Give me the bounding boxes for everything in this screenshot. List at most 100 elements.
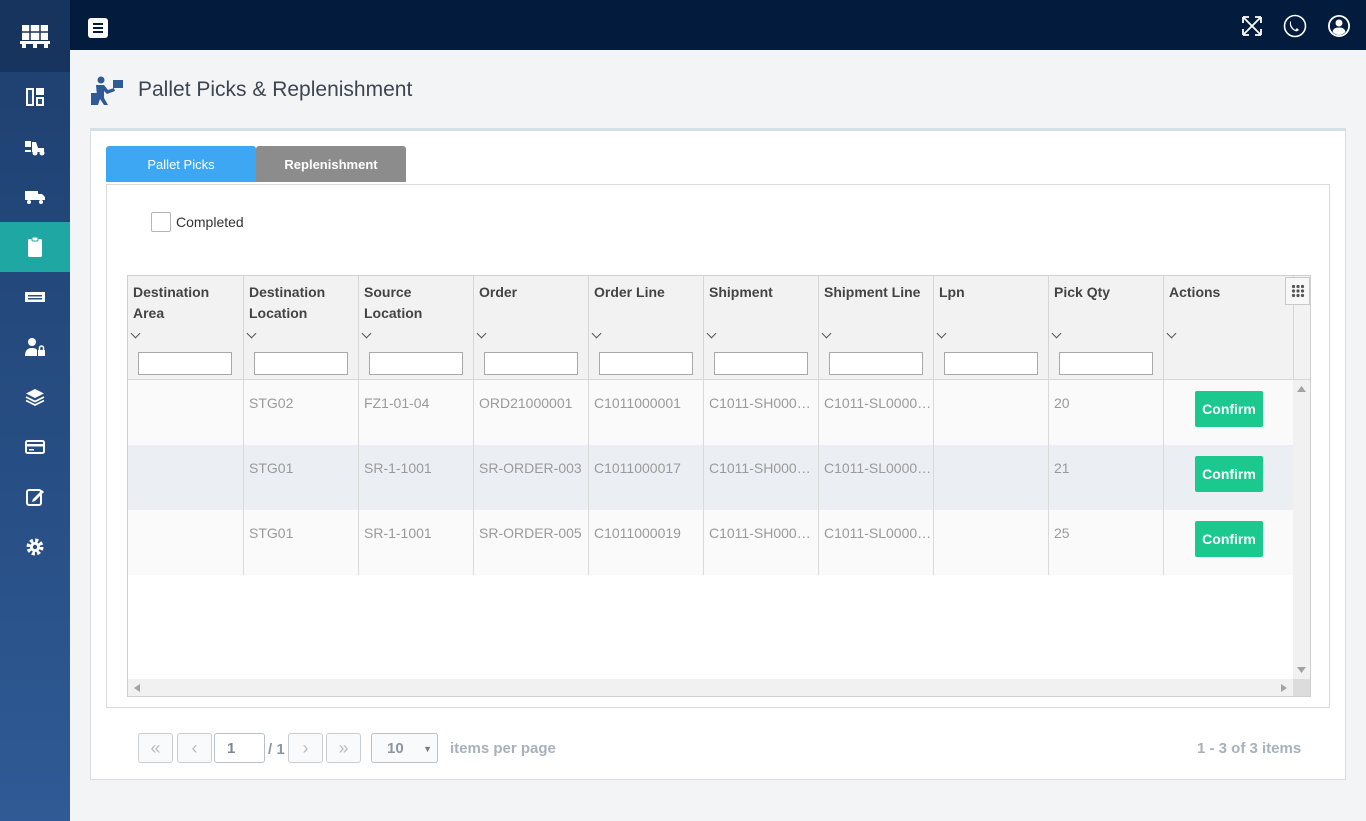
cell-shipment-line: C1011-SL0000018	[818, 445, 933, 510]
filter-input[interactable]	[484, 352, 578, 375]
user-lock-icon	[25, 338, 45, 356]
confirm-button[interactable]: Confirm	[1195, 521, 1263, 557]
user-profile-icon[interactable]	[1327, 14, 1351, 38]
cell-shipment-line: C1011-SL000000...	[818, 380, 933, 445]
fullscreen-icon[interactable]	[1240, 14, 1264, 38]
scroll-right-icon[interactable]	[1281, 684, 1287, 692]
chevron-down-icon[interactable]	[1166, 328, 1177, 339]
filter-input[interactable]	[944, 352, 1038, 375]
completed-label: Completed	[176, 214, 244, 230]
nav-forklift[interactable]	[0, 122, 70, 172]
confirm-button[interactable]: Confirm	[1195, 456, 1263, 492]
column-header[interactable]: Order Line	[588, 276, 703, 380]
nav-dashboard[interactable]	[0, 72, 70, 122]
nav-picking[interactable]	[0, 222, 70, 272]
cell-destination-location: STG02	[243, 380, 358, 445]
column-title: Actions	[1169, 284, 1221, 300]
table-row[interactable]: STG02 FZ1-01-04 ORD21000001 C1011000001 …	[128, 380, 1293, 445]
filter-input[interactable]	[1059, 352, 1153, 375]
credit-card-icon	[25, 440, 45, 454]
page-size-select[interactable]: 10 ▼	[371, 733, 438, 763]
chevron-down-icon[interactable]	[1051, 328, 1062, 339]
confirm-button[interactable]: Confirm	[1195, 391, 1263, 427]
menu-toggle-icon[interactable]	[88, 18, 108, 38]
table-row[interactable]: STG01 SR-1-1001 SR-ORDER-005 C1011000019…	[128, 510, 1293, 575]
rack-icon	[25, 292, 45, 302]
tab-replenishment[interactable]: Replenishment	[256, 146, 406, 182]
cell-order-line: C1011000001	[588, 380, 703, 445]
prev-page-button[interactable]: ‹	[177, 733, 212, 763]
scroll-up-icon[interactable]	[1297, 386, 1306, 392]
scroll-down-icon[interactable]	[1297, 667, 1306, 673]
filter-input[interactable]	[599, 352, 693, 375]
filter-input[interactable]	[254, 352, 348, 375]
cell-pick-qty: 20	[1048, 380, 1163, 445]
chevron-down-icon[interactable]	[936, 328, 947, 339]
vertical-scrollbar[interactable]	[1293, 380, 1310, 679]
gear-icon	[26, 538, 44, 556]
items-per-page-label: items per page	[450, 740, 556, 757]
page-title: Pallet Picks & Replenishment	[138, 78, 413, 101]
nav-billing[interactable]	[0, 422, 70, 472]
cell-shipment-line: C1011-SL000002...	[818, 510, 933, 575]
nav-racks[interactable]	[0, 272, 70, 322]
chevron-down-icon[interactable]	[361, 328, 372, 339]
chevron-down-icon[interactable]	[706, 328, 717, 339]
nav-trucks[interactable]	[0, 172, 70, 222]
filter-input[interactable]	[829, 352, 923, 375]
column-header[interactable]: Destination Location	[243, 276, 358, 380]
column-title: Lpn	[939, 284, 965, 300]
column-header[interactable]: Order	[473, 276, 588, 380]
column-header[interactable]: Lpn	[933, 276, 1048, 380]
column-title: Shipment Line	[824, 284, 921, 300]
nav-inventory[interactable]	[0, 372, 70, 422]
truck-icon	[25, 191, 45, 204]
nav-edit[interactable]	[0, 472, 70, 522]
column-title: Destination Location	[249, 284, 326, 321]
column-header[interactable]: Shipment Line	[818, 276, 933, 380]
column-menu-button[interactable]	[1285, 277, 1310, 305]
cell-destination-location: STG01	[243, 445, 358, 510]
column-header[interactable]: Source Location	[358, 276, 473, 380]
filter-input[interactable]	[714, 352, 808, 375]
scroll-left-icon[interactable]	[134, 684, 140, 692]
nav-user-access[interactable]	[0, 322, 70, 372]
cell-destination-area	[128, 510, 243, 575]
tab-pallet-picks[interactable]: Pallet Picks	[106, 146, 256, 182]
column-header[interactable]: Destination Area	[128, 276, 243, 380]
column-header[interactable]: Shipment	[703, 276, 818, 380]
clipboard-icon	[28, 236, 42, 257]
column-title: Pick Qty	[1054, 284, 1111, 300]
chevron-down-icon[interactable]	[476, 328, 487, 339]
cell-order: SR-ORDER-005	[473, 510, 588, 575]
pallet-logo-icon	[20, 25, 50, 48]
horizontal-scrollbar[interactable]	[128, 679, 1293, 696]
first-page-button[interactable]: «	[138, 733, 173, 763]
caret-down-icon: ▼	[423, 744, 432, 754]
column-title: Shipment	[709, 284, 773, 300]
phone-icon[interactable]	[1283, 14, 1307, 38]
chevron-down-icon[interactable]	[246, 328, 257, 339]
filter-input[interactable]	[138, 352, 232, 375]
scroll-corner	[1293, 679, 1310, 696]
cell-shipment: C1011-SH000000...	[703, 510, 818, 575]
filter-input[interactable]	[369, 352, 463, 375]
cell-destination-location: STG01	[243, 510, 358, 575]
completed-checkbox[interactable]	[151, 212, 171, 232]
chevron-down-icon[interactable]	[591, 328, 602, 339]
cell-pick-qty: 21	[1048, 445, 1163, 510]
dashboard-icon	[26, 88, 44, 106]
page-number-input[interactable]	[214, 733, 265, 763]
nav-settings[interactable]	[0, 522, 70, 572]
column-header[interactable]: Pick Qty	[1048, 276, 1163, 380]
column-title: Source Location	[364, 284, 423, 321]
column-header[interactable]: Actions	[1163, 276, 1293, 380]
column-title: Order Line	[594, 284, 665, 300]
chevron-down-icon[interactable]	[821, 328, 832, 339]
next-page-button[interactable]: ›	[288, 733, 323, 763]
last-page-button[interactable]: »	[326, 733, 361, 763]
app-logo[interactable]	[0, 0, 70, 72]
chevron-down-icon[interactable]	[130, 328, 141, 339]
page-header: Pallet Picks & Replenishment	[90, 72, 412, 108]
table-row[interactable]: STG01 SR-1-1001 SR-ORDER-003 C1011000017…	[128, 445, 1293, 510]
